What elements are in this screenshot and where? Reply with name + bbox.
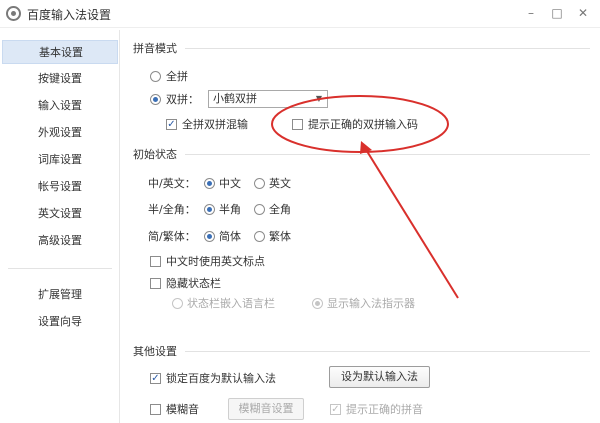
sidebar-item-input[interactable]: 输入设置 [2, 94, 118, 118]
simplified-radio[interactable] [204, 231, 215, 242]
sidebar-item-keys[interactable]: 按键设置 [2, 67, 118, 91]
half-width-label: 半角 [219, 203, 241, 216]
half-width-radio[interactable] [204, 204, 215, 215]
double-pinyin-radio[interactable] [150, 94, 161, 105]
chevron-down-icon: ▼ [315, 94, 323, 103]
fuzzy-label: 模糊音 [166, 403, 199, 416]
window-title: 百度输入法设置 [27, 8, 112, 22]
section-divider [185, 48, 590, 49]
embed-language-bar-label: 状态栏嵌入语言栏 [187, 297, 275, 310]
title-bar: 百度输入法设置 – □ ✕ [0, 0, 600, 28]
initial-state-title: 初始状态 [133, 148, 177, 161]
fuzzy-settings-button[interactable]: 模糊音设置 [228, 398, 304, 420]
scheme-value: 小鹤双拼 [213, 92, 257, 105]
section-divider [185, 154, 590, 155]
baidu-input-icon [6, 6, 21, 21]
arrow-head-icon [360, 141, 372, 154]
sidebar-item-extensions[interactable]: 扩展管理 [2, 283, 118, 307]
full-width-radio[interactable] [254, 204, 265, 215]
double-pinyin-label: 双拼： [166, 93, 199, 106]
chinese-radio[interactable] [204, 178, 215, 189]
hide-status-bar-checkbox[interactable] [150, 278, 161, 289]
full-width-label: 全角 [269, 203, 291, 216]
full-pinyin-radio[interactable] [150, 71, 161, 82]
lock-default-checkbox[interactable]: ✓ [150, 373, 161, 384]
traditional-radio[interactable] [254, 231, 265, 242]
hide-status-bar-label: 隐藏状态栏 [166, 277, 221, 290]
sidebar-item-basic[interactable]: 基本设置 [2, 40, 118, 64]
annotation-arrow [364, 147, 459, 299]
show-correct-code-label: 提示正确的双拼输入码 [308, 118, 418, 131]
minimize-button[interactable]: – [521, 4, 541, 22]
show-correct-pinyin-checkbox[interactable]: ✓ [330, 404, 341, 415]
embed-language-bar-radio[interactable] [172, 298, 183, 309]
simplified-label: 简体 [219, 230, 241, 243]
english-radio[interactable] [254, 178, 265, 189]
english-label: 英文 [269, 177, 291, 190]
double-pinyin-scheme-select[interactable]: 小鹤双拼 ▼ [208, 90, 328, 108]
sidebar-item-wizard[interactable]: 设置向导 [2, 310, 118, 334]
width-label: 半/全角： [148, 203, 196, 216]
english-punct-checkbox[interactable] [150, 256, 161, 267]
section-divider [185, 351, 590, 352]
maximize-button[interactable]: □ [547, 4, 567, 22]
show-indicator-radio[interactable] [312, 298, 323, 309]
close-button[interactable]: ✕ [573, 4, 593, 22]
script-label: 简/繁体： [148, 230, 196, 243]
sidebar-item-advanced[interactable]: 高级设置 [2, 229, 118, 253]
traditional-label: 繁体 [269, 230, 291, 243]
sidebar-divider [8, 268, 112, 269]
sidebar-item-account[interactable]: 帐号设置 [2, 175, 118, 199]
chinese-label: 中文 [219, 177, 241, 190]
sidebar-item-appearance[interactable]: 外观设置 [2, 121, 118, 145]
show-correct-pinyin-label: 提示正确的拼音 [346, 403, 423, 416]
pinyin-mode-title: 拼音模式 [133, 42, 177, 55]
show-indicator-label: 显示输入法指示器 [327, 297, 415, 310]
mixed-input-checkbox[interactable]: ✓ [166, 119, 177, 130]
english-punct-label: 中文时使用英文标点 [166, 255, 265, 268]
sidebar-item-english[interactable]: 英文设置 [2, 202, 118, 226]
set-default-button[interactable]: 设为默认输入法 [329, 366, 430, 388]
fuzzy-checkbox[interactable] [150, 404, 161, 415]
cn-en-label: 中/英文： [148, 177, 196, 190]
mixed-input-label: 全拼双拼混输 [182, 118, 248, 131]
sidebar-item-dictionary[interactable]: 词库设置 [2, 148, 118, 172]
sidebar: 基本设置 按键设置 输入设置 外观设置 词库设置 帐号设置 英文设置 高级设置 … [0, 30, 120, 423]
other-settings-title: 其他设置 [133, 345, 177, 358]
show-correct-code-checkbox[interactable] [292, 119, 303, 130]
lock-default-label: 锁定百度为默认输入法 [166, 372, 276, 385]
full-pinyin-label: 全拼 [166, 70, 188, 83]
